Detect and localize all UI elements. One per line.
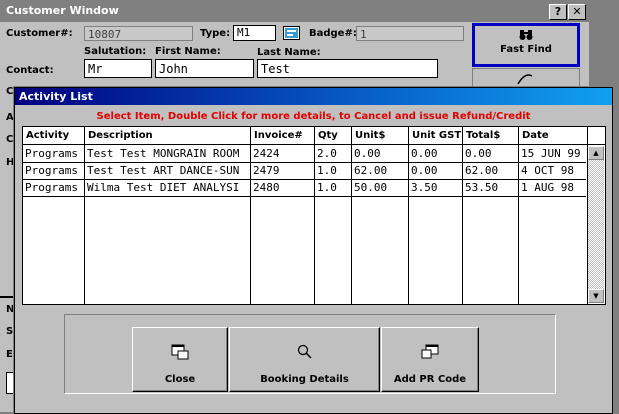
- window-close-button[interactable]: ✕: [568, 4, 586, 20]
- side-label-1: C: [6, 86, 14, 97]
- cell-total: 53.50: [465, 181, 499, 194]
- cell-total: 0.00: [465, 147, 492, 160]
- close-button[interactable]: Close: [132, 327, 228, 392]
- scroll-down-arrow-icon[interactable]: ▼: [588, 289, 604, 303]
- close-window-icon: [133, 344, 227, 364]
- fast-find-button[interactable]: Fast Find: [472, 23, 580, 67]
- column-header-unit[interactable]: Unit$: [352, 127, 409, 145]
- cell-date: 1 AUG 98: [521, 181, 574, 194]
- column-header-description[interactable]: Description: [85, 127, 251, 145]
- cell-date: 4 OCT 98: [521, 164, 574, 177]
- divider: [0, 296, 14, 298]
- salutation-field[interactable]: Mr: [84, 59, 152, 78]
- cell-qty: 1.0: [317, 164, 337, 177]
- last-name-field[interactable]: Test: [257, 59, 438, 78]
- phone-icon: [517, 74, 533, 85]
- contact-label: Contact:: [6, 65, 54, 76]
- booking-details-label: Booking Details: [260, 374, 349, 385]
- cell-activity: Programs: [25, 164, 78, 177]
- customer-number-field[interactable]: 10807: [84, 26, 193, 41]
- row-divider: [23, 196, 586, 197]
- close-button-label: Close: [164, 374, 196, 385]
- secondary-button[interactable]: [472, 68, 580, 88]
- cell-date: 15 JUN 99: [521, 147, 581, 160]
- cell-unit: 0.00: [354, 147, 381, 160]
- cell-activity: Programs: [25, 147, 78, 160]
- add-code-icon: [382, 344, 478, 364]
- salutation-label: Salutation:: [84, 46, 147, 57]
- dialog-title: Activity List: [19, 90, 93, 103]
- activity-table: Activity Description Invoice# Qty Unit$ …: [22, 126, 606, 305]
- cell-activity: Programs: [25, 181, 78, 194]
- side-label-6: S: [6, 326, 14, 337]
- cell-invoice: 2479: [253, 164, 280, 177]
- cell-unit: 50.00: [354, 181, 388, 194]
- vertical-scrollbar[interactable]: ▲ ▼: [588, 146, 604, 303]
- fast-find-label: Fast Find: [500, 44, 552, 55]
- window-title: Customer Window: [6, 4, 119, 17]
- first-name-field[interactable]: John: [155, 59, 254, 78]
- column-header-activity[interactable]: Activity: [23, 127, 85, 145]
- column-header-date[interactable]: Date: [519, 127, 605, 145]
- cell-unit: 62.00: [354, 164, 388, 177]
- column-header-invoice[interactable]: Invoice#: [251, 127, 315, 145]
- table-row[interactable]: Programs Wilma Test DIET ANALYSI 2480 1.0 50…: [23, 180, 587, 197]
- badge-field[interactable]: 1: [356, 26, 464, 41]
- cell-invoice: 2480: [253, 181, 280, 194]
- cell-qty: 2.0: [317, 147, 337, 160]
- booking-details-button[interactable]: Booking Details: [229, 327, 380, 392]
- add-pr-code-button[interactable]: Add PR Code: [381, 327, 479, 392]
- cell-unit-gst: 0.00: [411, 164, 438, 177]
- help-button[interactable]: ?: [549, 4, 567, 20]
- cell-unit-gst: 0.00: [411, 147, 438, 160]
- cell-qty: 1.0: [317, 181, 337, 194]
- cell-total: 62.00: [465, 164, 499, 177]
- cell-description: Test Test MONGRAIN ROOM: [87, 147, 240, 160]
- side-label-7: E: [6, 349, 13, 360]
- side-label-2: A: [6, 112, 14, 123]
- partial-field[interactable]: [6, 372, 14, 394]
- customer-label: Customer#:: [6, 28, 73, 39]
- cell-description: Test Test ART DANCE-SUN: [87, 164, 240, 177]
- scroll-up-arrow-icon[interactable]: ▲: [588, 146, 604, 160]
- side-label-3: C: [6, 134, 14, 145]
- cell-description: Wilma Test DIET ANALYSI: [87, 181, 240, 194]
- type-field[interactable]: M1: [233, 25, 276, 41]
- table-row[interactable]: Programs Test Test ART DANCE-SUN 2479 1.0 62…: [23, 163, 587, 180]
- type-lookup-icon[interactable]: [283, 26, 300, 40]
- cell-unit-gst: 3.50: [411, 181, 438, 194]
- instruction-text: Select Item, Double Click for more detai…: [96, 111, 531, 122]
- table-row[interactable]: Programs Test Test MONGRAIN ROOM 2424 2.0 0.…: [23, 146, 587, 163]
- customer-window-titlebar: Customer Window ? ✕: [0, 0, 589, 22]
- badge-label: Badge#:: [309, 28, 357, 39]
- binoculars-icon: [519, 30, 533, 40]
- activity-list-dialog: Activity List Select Item, Double Click …: [14, 87, 613, 414]
- cell-invoice: 2424: [253, 147, 280, 160]
- last-name-label: Last Name:: [257, 47, 321, 58]
- column-header-unit-gst[interactable]: Unit GST: [409, 127, 463, 145]
- first-name-label: First Name:: [155, 46, 221, 57]
- column-header-total[interactable]: Total$: [463, 127, 519, 145]
- magnifier-icon: [230, 344, 379, 364]
- activity-list-titlebar[interactable]: Activity List: [15, 88, 612, 105]
- type-label: Type:: [200, 28, 231, 39]
- column-header-qty[interactable]: Qty: [315, 127, 352, 145]
- add-pr-code-label: Add PR Code: [393, 374, 467, 385]
